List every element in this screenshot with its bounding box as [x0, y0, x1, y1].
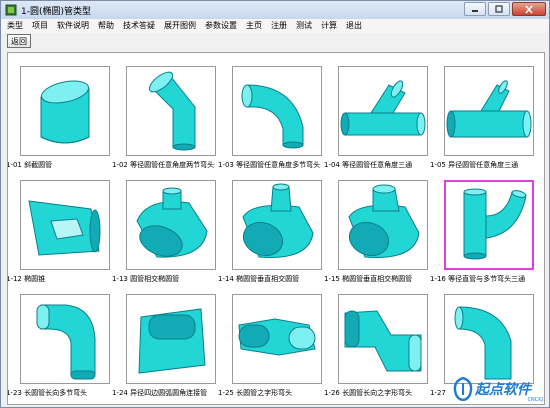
menu-home[interactable]: 主页 — [246, 19, 262, 33]
obround-zigzag-elbow-icon — [238, 318, 316, 356]
tile-thumbnail[interactable] — [232, 180, 322, 270]
menu-tech-qa[interactable]: 技术答疑 — [123, 19, 155, 33]
menu-help[interactable]: 帮助 — [98, 19, 114, 33]
tile-thumbnail[interactable] — [338, 66, 428, 156]
menu-calculate[interactable]: 计算 — [321, 19, 337, 33]
menu-software-info[interactable]: 软件说明 — [57, 19, 89, 33]
tile-caption: 1-26 长圆管长向之字形弯头 — [324, 389, 413, 397]
menu-project[interactable]: 项目 — [32, 19, 48, 33]
close-button[interactable] — [512, 2, 546, 16]
watermark-text: 起点软件 — [475, 382, 531, 398]
tile-thumbnail[interactable] — [444, 66, 534, 156]
menu-unfold-examples[interactable]: 展开图例 — [164, 19, 196, 33]
tile-caption: 1-16 等径直管与多节弯头三通 — [430, 275, 526, 283]
title-bar: 1-圆(椭圆)管类型 — [1, 1, 549, 19]
tile-thumbnail[interactable] — [338, 180, 428, 270]
maximize-button[interactable] — [488, 2, 510, 16]
watermark: 起点软件 CNCKJ — [453, 375, 545, 403]
tile-caption: 1-15 椭圆管垂直相交椭圆管 — [324, 275, 413, 283]
pipe-intersect-elliptic-icon — [136, 187, 208, 258]
tile-thumbnail[interactable] — [20, 180, 110, 270]
tile-caption: 1-02 等径圆管任意角度两节弯头 — [112, 161, 215, 169]
menu-test[interactable]: 测试 — [296, 19, 312, 33]
tile-thumbnail[interactable] — [126, 66, 216, 156]
obround-long-zigzag-elbow-icon — [344, 310, 422, 372]
multi-segment-elbow-icon — [241, 84, 304, 149]
tile-thumbnail[interactable] — [444, 294, 534, 384]
menu-exit[interactable]: 退出 — [346, 19, 362, 33]
toolbar: 返回 — [1, 33, 549, 51]
elliptic-intersect-elliptic-icon — [348, 184, 420, 258]
reducing-rounded-connector-icon — [138, 308, 206, 374]
two-segment-elbow-icon — [148, 71, 196, 151]
tile-thumbnail[interactable] — [338, 294, 428, 384]
tile-caption: 1-13 圆管相交椭圆管 — [112, 275, 180, 283]
menu-bar: 类型 项目 软件说明 帮助 技术答疑 展开图例 参数设置 主页 注册 测试 计算… — [1, 19, 549, 33]
obround-elbow-icon — [36, 304, 96, 380]
tile-caption: 1-05 异径圆管任意角度三通 — [430, 161, 519, 169]
window-title: 1-圆(椭圆)管类型 — [21, 6, 91, 17]
elliptic-pipe-perpendicular-icon — [242, 183, 314, 258]
tile-thumbnail[interactable] — [232, 294, 322, 384]
reducing-tee-icon — [446, 80, 532, 138]
tile-caption: 1-23 长圆管长向多节弯头 — [7, 389, 88, 397]
equal-tee-icon — [340, 80, 426, 136]
maximize-icon — [495, 5, 503, 13]
tile-caption: 1-03 等径圆管任意角度多节弯头 — [218, 161, 321, 169]
tile-caption: 1-04 等径圆管任意角度三通 — [324, 161, 413, 169]
tile-thumbnail[interactable] — [126, 294, 216, 384]
tile-caption: 1-14 椭圆管垂直相交圆管 — [218, 275, 300, 283]
watermark-logo-icon — [453, 377, 473, 401]
elliptic-cone-icon — [28, 200, 101, 256]
app-window: 1-圆(椭圆)管类型 类型 项目 软件说明 帮助 技术答疑 展开图例 参数设置 … — [0, 0, 550, 408]
tile-thumbnail[interactable] — [126, 180, 216, 270]
app-icon — [5, 4, 17, 16]
menu-type[interactable]: 类型 — [7, 19, 23, 33]
tee-elbow-icon — [454, 306, 512, 380]
tile-caption: 1-25 长圆管之字形弯头 — [218, 389, 293, 397]
tile-thumbnail[interactable] — [232, 66, 322, 156]
menu-register[interactable]: 注册 — [271, 19, 287, 33]
watermark-subtext: CNCKJ — [527, 397, 543, 403]
tile-caption: 1-24 异径四边圆弧圆角连接管 — [112, 389, 208, 397]
tile-thumbnail[interactable] — [20, 294, 110, 384]
pipe-type-gallery: 1-01 斜截圆管 1-02 等径圆管任意角度两节弯头 1-03 等径圆管任意角… — [7, 52, 545, 405]
window-controls — [464, 2, 546, 16]
menu-settings[interactable]: 参数设置 — [205, 19, 237, 33]
close-icon — [525, 4, 533, 14]
straight-pipe-elbow-tee-icon — [463, 188, 527, 260]
tile-thumbnail-selected[interactable] — [444, 180, 534, 270]
oblique-cut-pipe-icon — [40, 80, 90, 144]
tile-caption: 1-01 斜截圆管 — [7, 161, 53, 169]
minimize-icon — [472, 10, 478, 12]
back-button[interactable]: 返回 — [7, 34, 31, 48]
tile-caption: 1-12 椭圆锥 — [7, 275, 46, 283]
tile-thumbnail[interactable] — [20, 66, 110, 156]
minimize-button[interactable] — [464, 2, 486, 16]
